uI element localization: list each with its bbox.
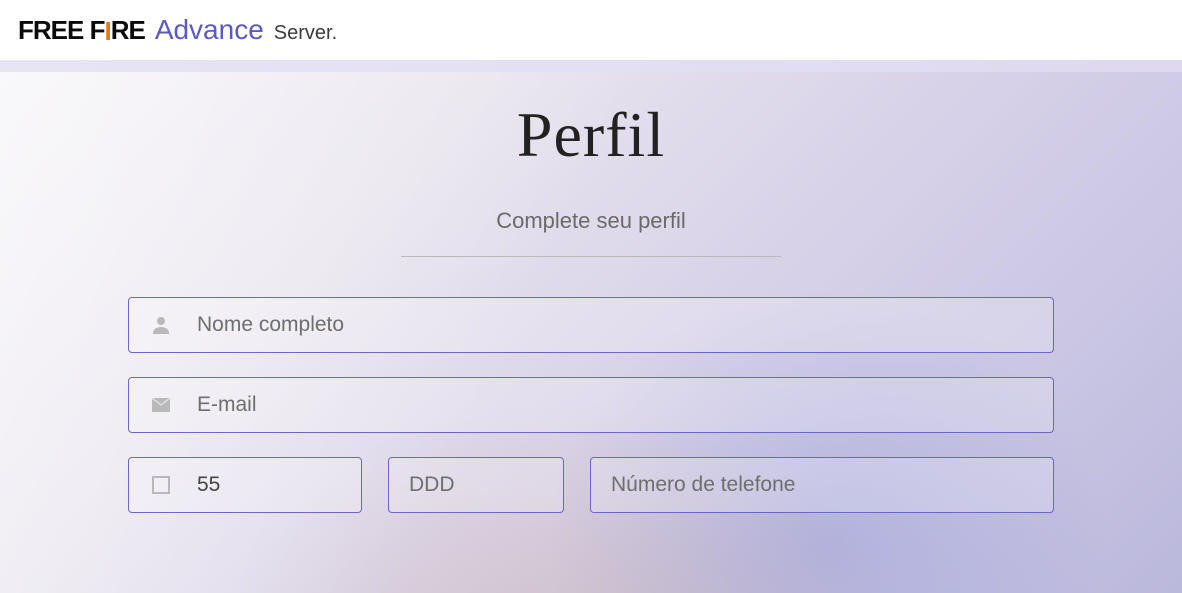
header-bar: FREE F I RE Advance Server. xyxy=(0,0,1182,60)
ddd-field[interactable] xyxy=(388,457,564,513)
brand-text-accent: I xyxy=(104,16,110,47)
brand-text-part2: RE xyxy=(111,15,145,46)
brand-freefire: FREE F I RE xyxy=(18,15,145,46)
phone-number-field[interactable] xyxy=(590,457,1054,513)
profile-panel: Perfil Complete seu perfil xyxy=(0,72,1182,513)
email-icon xyxy=(147,391,175,419)
page-subtitle: Complete seu perfil xyxy=(0,208,1182,234)
brand-text-part1: FREE F xyxy=(18,15,104,46)
full-name-field[interactable] xyxy=(128,297,1054,353)
flag-icon xyxy=(147,471,175,499)
full-name-input[interactable] xyxy=(197,313,1035,337)
phone-number-input[interactable] xyxy=(611,473,1033,497)
email-field[interactable] xyxy=(128,377,1054,433)
brand-advance: Advance xyxy=(155,14,264,46)
brand-server: Server. xyxy=(274,22,337,45)
email-input[interactable] xyxy=(197,393,1035,417)
phone-row xyxy=(128,457,1054,513)
person-icon xyxy=(147,311,175,339)
subtitle-rule xyxy=(401,256,781,257)
page-title: Perfil xyxy=(0,98,1182,172)
content-area: Perfil Complete seu perfil xyxy=(0,72,1182,593)
country-code-field[interactable] xyxy=(128,457,362,513)
header-divider-band xyxy=(0,60,1182,72)
profile-form xyxy=(128,297,1054,513)
brand-logo: FREE F I RE Advance Server. xyxy=(18,14,337,46)
